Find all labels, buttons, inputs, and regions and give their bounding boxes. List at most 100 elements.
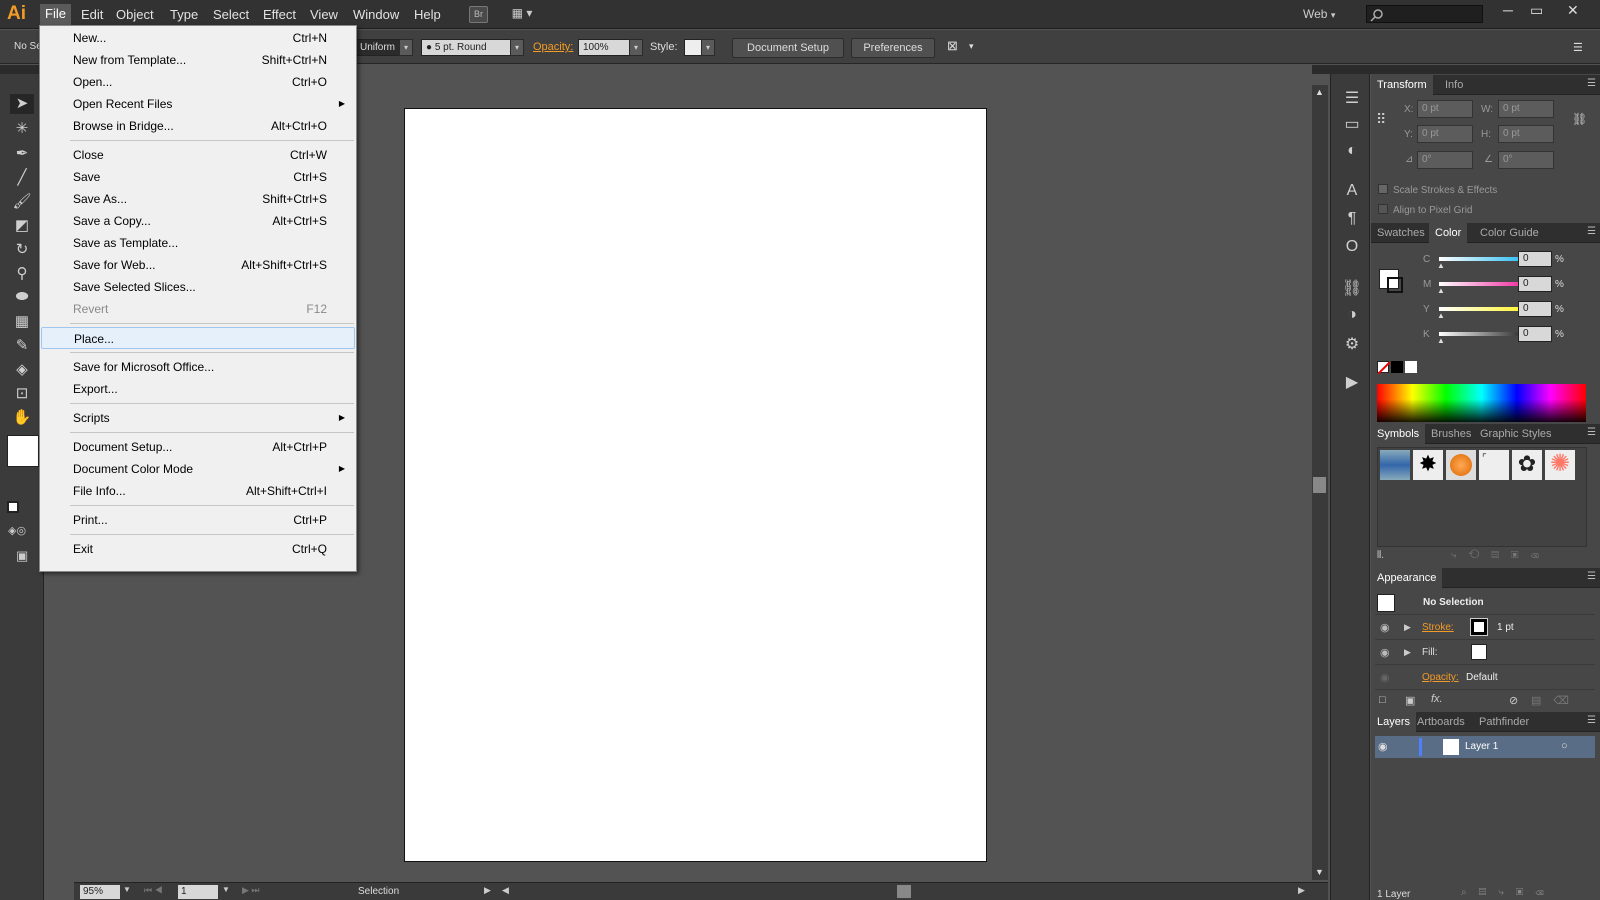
file-menu-item-open[interactable]: Open... Ctrl+O [41,71,355,93]
y-field[interactable]: 0 pt [1417,125,1473,143]
x-field[interactable]: 0 pt [1417,100,1473,118]
arrange-icon[interactable]: ⊠ [947,38,958,54]
stroke-panel-icon[interactable]: ☰ [1341,88,1363,110]
zoom-dropdown-icon[interactable]: ▼ [123,885,131,894]
search-input[interactable] [1366,5,1483,23]
vertical-scroll-thumb[interactable] [1313,477,1326,493]
tab-color[interactable]: Color [1429,223,1468,243]
menu-help[interactable]: Help [410,7,445,22]
file-menu-item-save-for-web[interactable]: Save for Web... Alt+Shift+Ctrl+S [41,254,355,276]
menu-object[interactable]: Object [112,7,158,22]
artboard-nav-last-icon[interactable]: ▶ ⏭ [242,885,260,896]
status-menu-arrow-icon[interactable]: ▶ [484,885,491,896]
style-swatch[interactable] [684,39,702,56]
symbol-item[interactable]: ⌜ [1479,450,1509,480]
artboard[interactable] [404,108,987,862]
white-swatch[interactable] [1405,361,1417,373]
slider-thumb-icon[interactable]: ▲ [1437,261,1445,270]
stroke-profile-field[interactable]: Uniform [355,39,401,56]
black-swatch[interactable] [1391,361,1403,373]
file-menu-item-open-recent-files[interactable]: Open Recent Files ▶ [41,93,355,115]
expand-arrow-icon[interactable]: ▶ [1404,647,1411,658]
channel-value-c[interactable]: 0 [1518,251,1552,267]
channel-value-y[interactable]: 0 [1518,301,1552,317]
tab-symbols[interactable]: Symbols [1371,424,1426,444]
brush-dropdown[interactable]: ▾ [510,39,524,56]
mesh-tool-icon[interactable]: ▦ [10,312,34,332]
tab-color-guide[interactable]: Color Guide [1474,223,1545,243]
menu-view[interactable]: View [306,7,342,22]
file-menu-item-save-as-template[interactable]: Save as Template... [41,232,355,254]
file-menu-item-close[interactable]: Close Ctrl+W [41,144,355,166]
panel-menu-icon[interactable]: ☰ [1587,226,1596,237]
opentype-panel-icon[interactable]: O [1341,238,1363,260]
stroke-profile-dropdown[interactable]: ▾ [399,39,413,56]
symbol-sprayer-tool-icon[interactable]: ◈ [10,360,34,380]
shape-builder-tool-icon[interactable]: ⬬ [10,288,34,308]
expand-arrow-icon[interactable]: ▶ [1404,622,1411,633]
vertical-scrollbar[interactable]: ▲ ▼ [1312,85,1328,880]
style-dropdown[interactable]: ▾ [701,39,715,56]
transparency-panel-icon[interactable]: ◐ [1341,142,1363,164]
line-tool-icon[interactable]: ╱ [10,168,34,188]
control-bar-menu-icon[interactable]: ☰ [1573,41,1583,54]
opacity-label[interactable]: Opacity: [1422,672,1459,683]
eye-icon[interactable]: ◉ [1378,740,1388,753]
file-menu-item-save[interactable]: Save Ctrl+S [41,166,355,188]
duplicate-delete-icon[interactable]: ▤⌫ [1531,694,1581,707]
opacity-field[interactable]: 100% [578,39,630,56]
stroke-color-swatch[interactable] [1470,618,1488,636]
scroll-right-icon[interactable]: ▶ [1298,885,1305,896]
panel-menu-icon[interactable]: ☰ [1587,78,1596,89]
align-pixel-grid-checkbox[interactable] [1378,204,1388,214]
file-menu-item-browse-in-bridge[interactable]: Browse in Bridge... Alt+Ctrl+O [41,115,355,137]
panel-menu-icon[interactable]: ☰ [1587,571,1596,582]
bridge-button[interactable]: Br [469,6,488,23]
layers-actions-icon[interactable]: ⌕▤⤷▣⌫ [1461,887,1555,898]
panel-menu-caret-icon[interactable]: ▾ [969,41,974,52]
symbol-item[interactable]: ✿ [1512,450,1542,480]
slider-thumb-icon[interactable]: ▲ [1437,336,1445,345]
file-menu-item-document-setup[interactable]: Document Setup... Alt+Ctrl+P [41,436,355,458]
w-field[interactable]: 0 pt [1498,100,1554,118]
symbol-item[interactable] [1380,450,1410,480]
tab-artboards[interactable]: Artboards [1411,712,1471,732]
none-swatch[interactable] [1377,361,1390,374]
scroll-down-icon[interactable]: ▼ [1315,867,1324,877]
selection-tool-icon[interactable]: ➤ [10,94,34,114]
symbols-actions-icon[interactable]: ⤷⟲▤▣⌫ [1451,550,1551,561]
file-menu-item-document-color-mode[interactable]: Document Color Mode ▶ [41,458,355,480]
magic-wand-tool-icon[interactable]: ✳ [10,119,34,139]
rotate-field[interactable]: 0° [1417,151,1473,169]
file-menu-item-place[interactable]: Place... [41,327,355,349]
character-panel-icon[interactable]: A [1341,182,1363,204]
tab-layers[interactable]: Layers [1371,712,1417,732]
clear-appearance-icon[interactable]: ⊘ [1509,694,1518,707]
artboard-nav-first-icon[interactable]: ⏮ ◀ [144,885,163,896]
color-spectrum[interactable] [1377,384,1586,422]
artboard-dropdown-icon[interactable]: ▼ [222,885,230,894]
eraser-tool-icon[interactable]: ◩ [10,216,34,236]
file-menu-item-new-from-template[interactable]: New from Template... Shift+Ctrl+N [41,49,355,71]
brush-definition-field[interactable]: ● 5 pt. Round [421,39,511,56]
channel-value-k[interactable]: 0 [1518,326,1552,342]
opacity-dropdown[interactable]: ▾ [629,39,643,56]
artboard-number-field[interactable]: 1 [178,885,218,899]
file-menu-item-save-for-microsoft-office[interactable]: Save for Microsoft Office... [41,356,355,378]
symbol-item[interactable]: ✸ [1413,450,1443,480]
pen-tool-icon[interactable]: ✒ [10,144,34,164]
image-trace-panel-icon[interactable]: ◑ [1341,306,1363,328]
tab-brushes[interactable]: Brushes [1425,424,1477,444]
document-info-panel-icon[interactable]: ⚙ [1341,334,1363,356]
channel-value-m[interactable]: 0 [1518,276,1552,292]
hand-tool-icon[interactable]: ✋ [10,408,34,428]
artboard-tool-icon[interactable]: ⊡ [10,384,34,404]
tab-pathfinder[interactable]: Pathfinder [1473,712,1535,732]
file-menu-item-scripts[interactable]: Scripts ▶ [41,407,355,429]
paintbrush-tool-icon[interactable]: 🖌 [10,192,34,212]
eyedropper-tool-icon[interactable]: ✎ [10,336,34,356]
panel-menu-icon[interactable]: ☰ [1587,715,1596,726]
shear-field[interactable]: 0° [1498,151,1554,169]
add-effect-icon[interactable]: fx. [1431,693,1443,705]
minimize-icon[interactable]: ─ [1503,2,1513,18]
